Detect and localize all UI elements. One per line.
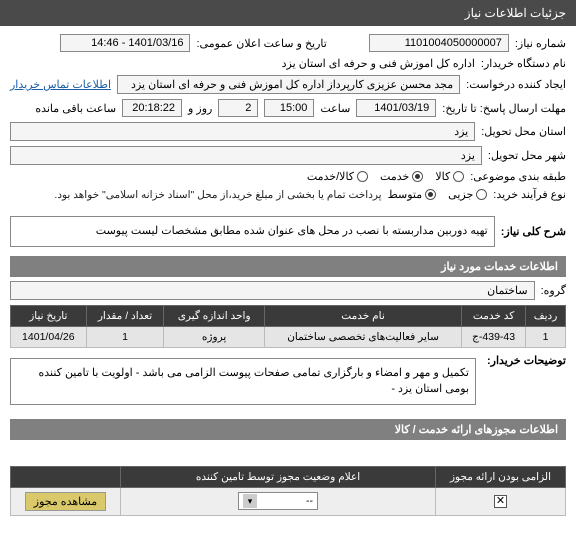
mandatory-checkbox[interactable] <box>494 495 507 508</box>
contact-link[interactable]: اطلاعات تماس خریدار <box>10 78 111 91</box>
radio-khadamat-label: خدمت <box>380 170 409 183</box>
remain-label: ساعت باقی مانده <box>35 102 116 115</box>
requester-value: مجد محسن عزیزی کارپرداز اداره کل اموزش ف… <box>117 75 460 94</box>
buyer-org-label: نام دستگاه خریدار: <box>481 57 566 70</box>
td-action: مشاهده مجوز <box>11 487 121 515</box>
radio-both[interactable]: کالا/خدمت <box>307 170 368 183</box>
th-unit: واحد اندازه گیری <box>164 305 265 326</box>
th-row: ردیف <box>526 305 566 326</box>
radio-both-label: کالا/خدمت <box>307 170 354 183</box>
buyer-notes-label: توضیحات خریدار: <box>482 354 566 367</box>
services-table: ردیف کد خدمت نام خدمت واحد اندازه گیری ت… <box>10 305 566 348</box>
announce-value: 1401/03/16 - 14:46 <box>60 34 190 52</box>
services-section-header: اطلاعات خدمات مورد نیاز <box>10 256 566 277</box>
days-value: 2 <box>218 99 258 117</box>
remain-time: 20:18:22 <box>122 99 182 117</box>
page-header: جزئیات اطلاعات نیاز <box>0 0 576 26</box>
page-title: جزئیات اطلاعات نیاز <box>465 6 566 20</box>
td-row: 1 <box>526 326 566 347</box>
radio-kala-label: کالا <box>435 170 450 183</box>
time-label-1: ساعت <box>320 102 350 115</box>
th-name: نام خدمت <box>264 305 461 326</box>
radio-jozi-label: جزیی <box>448 188 473 201</box>
radio-jozi[interactable]: جزیی <box>448 188 487 201</box>
td-qty: 1 <box>86 326 164 347</box>
chevron-down-icon: ▾ <box>243 494 257 508</box>
delivery-city-label: شهر محل تحویل: <box>488 149 566 162</box>
td-unit: پروژه <box>164 326 265 347</box>
requester-label: ایجاد کننده درخواست: <box>466 78 566 91</box>
deadline-time: 15:00 <box>264 99 314 117</box>
group-value: ساختمان <box>10 281 535 300</box>
th-action <box>11 466 121 487</box>
th-code: کد خدمت <box>462 305 526 326</box>
radio-motevaset[interactable]: متوسط <box>388 188 437 201</box>
table-row: -- ▾ مشاهده مجوز <box>11 487 566 515</box>
form-area: شماره نیاز: 1101004050000007 تاریخ و ساع… <box>0 26 576 530</box>
need-no-label: شماره نیاز: <box>515 37 566 50</box>
deadline-label: مهلت ارسال پاسخ: تا تاریخ: <box>442 102 566 115</box>
buy-type-group: جزیی متوسط <box>388 188 488 201</box>
status-dropdown[interactable]: -- ▾ <box>238 492 318 510</box>
delivery-province-value: یزد <box>10 122 475 141</box>
td-date: 1401/04/26 <box>11 326 87 347</box>
subject-type-label: طبقه بندی موضوعی: <box>470 170 566 183</box>
days-label: روز و <box>188 102 212 115</box>
buyer-notes-value: تکمیل و مهر و امضاء و بارگزاری تمامی صفح… <box>10 358 476 405</box>
radio-icon <box>357 171 368 182</box>
th-status: اعلام وضعیت مجوز توسط تامین کننده <box>121 466 436 487</box>
radio-khadamat[interactable]: خدمت <box>380 170 423 183</box>
permits-table: الزامی بودن ارائه مجوز اعلام وضعیت مجوز … <box>10 466 566 516</box>
group-label: گروه: <box>541 284 566 297</box>
radio-icon <box>453 171 464 182</box>
td-name: سایر فعالیت‌های تخصصی ساختمان <box>264 326 461 347</box>
radio-icon <box>476 189 487 200</box>
th-date: تاریخ نیاز <box>11 305 87 326</box>
radio-kala[interactable]: کالا <box>435 170 464 183</box>
permits-section-header: اطلاعات مجوزهای ارائه خدمت / کالا <box>10 419 566 440</box>
delivery-province-label: استان محل تحویل: <box>481 125 566 138</box>
need-no-value: 1101004050000007 <box>369 34 509 52</box>
th-mandatory: الزامی بودن ارائه مجوز <box>436 466 566 487</box>
need-title-value: تهیه دوربین مداربسته با نصب در محل های ع… <box>10 216 495 247</box>
deadline-date: 1401/03/19 <box>356 99 436 117</box>
radio-icon <box>425 189 436 200</box>
td-status: -- ▾ <box>121 487 436 515</box>
td-mandatory <box>436 487 566 515</box>
th-qty: تعداد / مقدار <box>86 305 164 326</box>
radio-motevaset-label: متوسط <box>388 188 423 201</box>
delivery-city-value: یزد <box>10 146 482 165</box>
status-value: -- <box>306 495 313 507</box>
need-title-label: شرح کلی نیاز: <box>501 225 566 238</box>
view-permit-button[interactable]: مشاهده مجوز <box>25 492 106 511</box>
buy-note: پرداخت تمام یا بخشی از مبلغ خرید،از محل … <box>54 189 381 201</box>
radio-icon <box>412 171 423 182</box>
announce-label: تاریخ و ساعت اعلان عمومی: <box>196 37 326 50</box>
table-row: 1 439-43-ج سایر فعالیت‌های تخصصی ساختمان… <box>11 326 566 347</box>
buyer-org-value: اداره کل اموزش فنی و حرفه ای استان یزد <box>282 57 475 70</box>
buy-type-label: نوع فرآیند خرید: <box>493 188 566 201</box>
subject-type-group: کالا خدمت کالا/خدمت <box>307 170 464 183</box>
td-code: 439-43-ج <box>462 326 526 347</box>
